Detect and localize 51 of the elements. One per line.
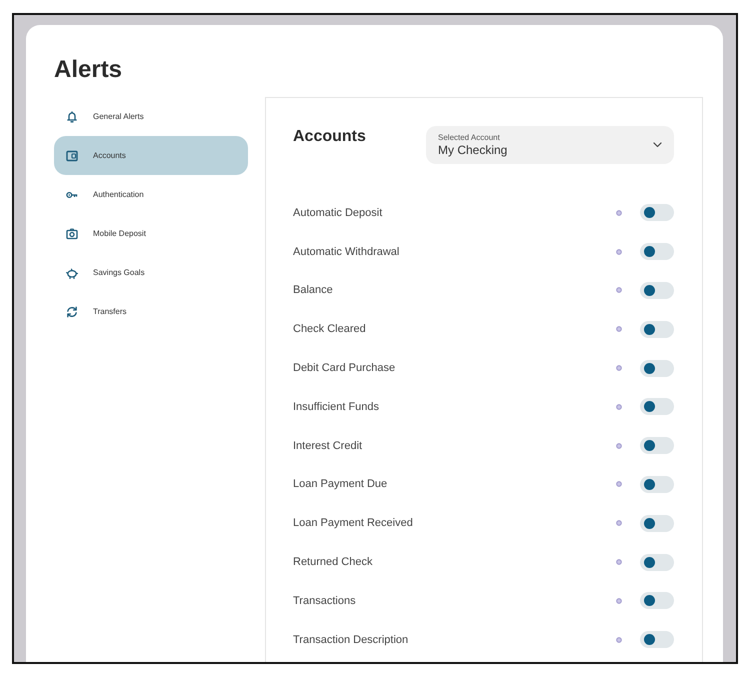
dot-icon xyxy=(616,404,622,410)
section-title: Accounts xyxy=(293,127,367,147)
toggle-switch[interactable] xyxy=(640,437,674,454)
sidebar-item[interactable]: Savings Goals xyxy=(54,253,248,292)
dot-icon xyxy=(616,210,622,216)
alert-label: Loan Payment Received xyxy=(293,517,414,530)
alert-label: Debit Card Purchase xyxy=(293,362,396,374)
camera-icon xyxy=(66,228,78,240)
alert-label: Insufficient Funds xyxy=(293,400,380,413)
sidebar-item[interactable]: Authentication xyxy=(54,175,248,214)
account-select[interactable]: Selected Account My Checking xyxy=(426,126,674,164)
toggle-switch[interactable] xyxy=(640,282,674,299)
dot-icon xyxy=(616,442,622,449)
alert-label: Transaction Description xyxy=(293,634,410,646)
sidebar-item[interactable]: General Alerts xyxy=(54,97,248,136)
alert-label: Automatic Withdrawal xyxy=(293,246,400,258)
bell-icon xyxy=(66,110,78,122)
toggle-switch[interactable] xyxy=(640,204,674,222)
alert-label: Returned Check xyxy=(293,556,374,568)
alert-label: Check Cleared xyxy=(293,323,367,336)
circular-arrows-icon xyxy=(66,306,78,318)
dot-icon xyxy=(616,287,622,294)
alert-label: Interest Credit xyxy=(293,440,364,452)
dot-icon xyxy=(616,248,622,255)
dot-icon xyxy=(616,326,622,332)
toggle-switch[interactable] xyxy=(640,398,674,416)
alert-label: Automatic Deposit xyxy=(293,206,384,219)
piggy-bank-icon xyxy=(66,266,78,278)
sidebar-item[interactable]: Mobile Deposit xyxy=(54,214,248,253)
dot-icon xyxy=(616,520,622,526)
toggle-switch[interactable] xyxy=(640,592,674,610)
dot-icon xyxy=(616,636,622,643)
alert-label: Transactions xyxy=(293,594,357,607)
dot-icon xyxy=(616,365,622,372)
dot-icon xyxy=(616,481,622,488)
toggle-switch[interactable] xyxy=(640,514,674,532)
dot-icon xyxy=(616,598,622,604)
sidebar-item[interactable]: Transfers xyxy=(54,292,248,331)
wallet-icon xyxy=(66,150,78,162)
toggle-switch[interactable] xyxy=(640,476,674,493)
toggle-switch[interactable] xyxy=(640,631,674,648)
alert-label: Balance xyxy=(293,284,334,296)
chevron-down-icon xyxy=(653,142,662,148)
sidebar-item[interactable]: Accounts xyxy=(54,136,248,175)
toggle-switch[interactable] xyxy=(640,243,674,260)
dot-icon xyxy=(616,559,622,566)
page-title: Alerts xyxy=(54,56,122,84)
toggle-switch[interactable] xyxy=(640,320,674,338)
toggle-switch[interactable] xyxy=(640,554,674,571)
alert-label: Loan Payment Due xyxy=(293,478,388,490)
toggle-switch[interactable] xyxy=(640,360,674,377)
